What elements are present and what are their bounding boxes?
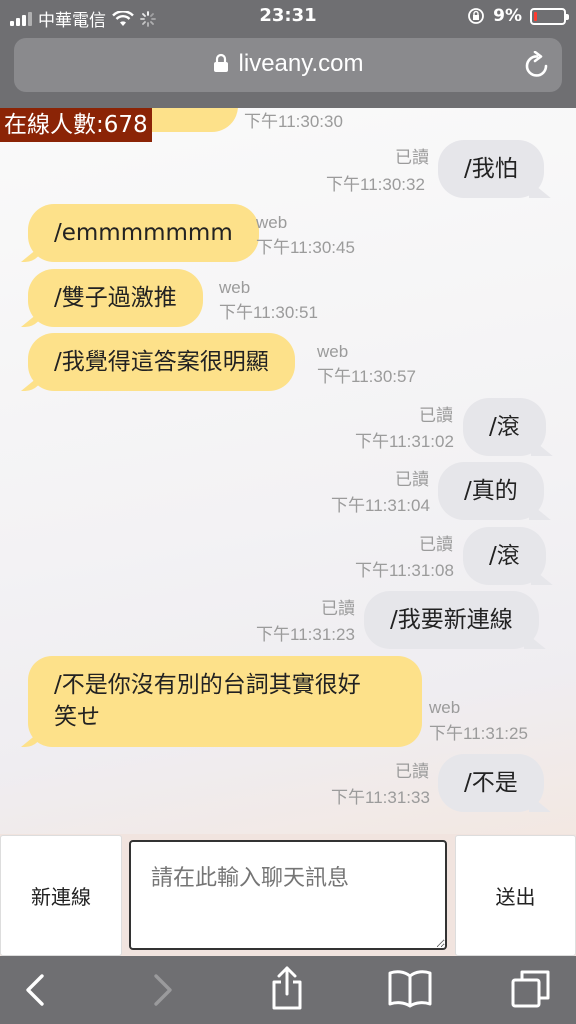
battery-percent: 9% [493, 6, 522, 26]
address-bar[interactable]: liveany.com [14, 38, 562, 92]
url-text: liveany.com [238, 50, 364, 77]
chat-area[interactable]: 在線人數:678 /... 下午11:30:30 已讀 下午11:30:32 /… [0, 108, 576, 834]
read-receipt: 已讀 [395, 148, 429, 167]
message-bubble: /我要新連線 [364, 591, 539, 649]
message-time: 下午11:30:45 [256, 238, 355, 257]
message-text: /不是你沒有別的台詞其實很好 [54, 672, 361, 698]
message-bubble: /emmmmmmm [28, 204, 259, 262]
message-text: /我覺得這答案很明顯 [54, 349, 269, 375]
rotation-lock-icon [468, 8, 485, 24]
message-bubble: /真的 [438, 462, 544, 520]
message-time: 下午11:30:32 [326, 175, 425, 194]
online-count-badge: 在線人數:678 [0, 108, 152, 142]
browser-toolbar [0, 956, 576, 1024]
message-source: web [256, 213, 288, 232]
forward-icon[interactable] [150, 970, 176, 1010]
message-time: 下午11:31:33 [331, 788, 430, 807]
lock-icon [213, 53, 228, 72]
message-input[interactable] [129, 840, 447, 950]
message-time: 下午11:30:30 [244, 112, 343, 131]
message-bubble: /滾 [463, 527, 546, 585]
tabs-icon[interactable] [510, 968, 552, 1010]
browser-address-area: liveany.com [0, 32, 576, 108]
message-bubble: /不是 [438, 754, 544, 812]
message-time: 下午11:31:02 [355, 432, 454, 451]
battery-icon [530, 7, 569, 25]
message-source: web [219, 278, 251, 297]
message-time: 下午11:30:57 [317, 367, 416, 386]
read-receipt: 已讀 [419, 406, 453, 425]
message-source: web [429, 698, 461, 717]
read-receipt: 已讀 [419, 535, 453, 554]
message-text: /不是 [464, 770, 518, 796]
message-text: /滾 [489, 414, 520, 440]
new-connection-button[interactable]: 新連線 [0, 835, 122, 956]
message-text: /真的 [464, 478, 518, 504]
share-icon[interactable] [268, 964, 306, 1012]
message-bubble: /雙子過激推 [28, 269, 203, 327]
message-bubble: /滾 [463, 398, 546, 456]
read-receipt: 已讀 [395, 762, 429, 781]
reload-icon[interactable] [524, 51, 550, 79]
message-bubble: /不是你沒有別的台詞其實很好 笑せ [28, 656, 422, 747]
message-text: /滾 [489, 543, 520, 569]
message-time: 下午11:30:51 [219, 303, 318, 322]
message-time: 下午11:31:23 [256, 625, 355, 644]
message-time: 下午11:31:25 [429, 724, 528, 743]
message-text: /我怕 [464, 156, 518, 182]
message-text: /雙子過激推 [54, 285, 177, 311]
bookmarks-icon[interactable] [387, 968, 433, 1008]
message-time: 下午11:31:08 [355, 561, 454, 580]
message-time: 下午11:31:04 [331, 496, 430, 515]
message-bubble: /我覺得這答案很明顯 [28, 333, 295, 391]
status-bar: 中華電信 23:31 9% [0, 0, 576, 32]
read-receipt: 已讀 [321, 599, 355, 618]
back-icon[interactable] [22, 970, 48, 1010]
message-source: web [317, 342, 349, 361]
read-receipt: 已讀 [395, 470, 429, 489]
message-text: /我要新連線 [390, 607, 513, 633]
input-bar: 新連線 送出 [0, 834, 576, 956]
message-bubble: /我怕 [438, 140, 544, 198]
send-button[interactable]: 送出 [455, 835, 576, 956]
message-text: /emmmmmmm [54, 220, 233, 246]
message-text-line2: 笑せ [54, 704, 100, 730]
